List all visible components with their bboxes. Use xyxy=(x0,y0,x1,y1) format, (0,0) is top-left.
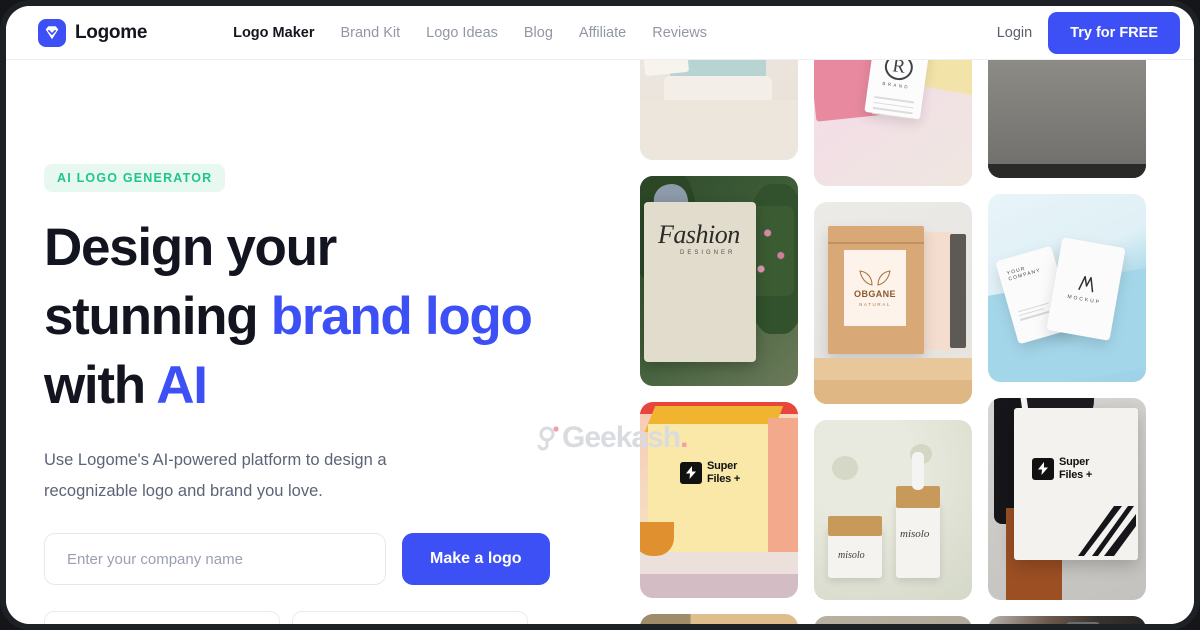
obgane-name: OBGANE xyxy=(854,288,896,299)
super-files-box-text: Super Files + xyxy=(707,460,741,485)
watermark-dot: . xyxy=(680,421,688,454)
brand-name: Logome xyxy=(75,21,148,43)
fashion-tote-sublabel: DESIGNER xyxy=(680,250,736,256)
award-card-product-hunt-day[interactable]: 5 PRODUCT HUNT #5 Product of the Day xyxy=(44,611,280,624)
leaf-icon xyxy=(859,269,891,286)
fashion-tote-tile[interactable]: Fashion DESIGNER xyxy=(640,176,798,386)
storefront-tile[interactable] xyxy=(988,616,1146,624)
top-navigation-bar: Logome Logo Maker Brand Kit Logo Ideas B… xyxy=(6,6,1194,60)
headline-highlight-ai: AI xyxy=(156,355,208,415)
misolo-label-1: misolo xyxy=(900,528,930,540)
nav-links: Logo Maker Brand Kit Logo Ideas Blog Aff… xyxy=(233,25,707,41)
page-title: Design your stunning brand logo with AI xyxy=(44,214,644,421)
lightning-bolt-icon xyxy=(1032,457,1054,480)
tote-stripes-decor xyxy=(1078,506,1136,556)
landing-page: Fashion DESIGNER Super Files + R BRAND O… xyxy=(6,6,1194,624)
brand-logo[interactable]: Logome xyxy=(38,18,148,47)
mosaic-column-2: R BRAND OBGANE NATURAL misolo misolo xyxy=(814,6,972,624)
eyebrow-badge: AI LOGO GENERATOR xyxy=(44,164,226,192)
nav-link-blog[interactable]: Blog xyxy=(524,25,553,41)
color-swatch-tile[interactable] xyxy=(640,614,798,624)
mosaic-column-3: CUSHMAN & WAKEFIELD YOUR COMPANY xyxy=(988,6,1146,624)
nav-link-logo-maker[interactable]: Logo Maker xyxy=(233,25,314,41)
mosaic-column-1: Fashion DESIGNER Super Files + xyxy=(640,6,798,624)
hero-section: AI LOGO GENERATOR Design your stunning b… xyxy=(44,60,644,624)
cap-mockup-tile[interactable]: C xyxy=(814,616,972,624)
headline-line-2-plain: stunning xyxy=(44,286,271,346)
r-brand-word: BRAND xyxy=(882,80,911,90)
login-link[interactable]: Login xyxy=(997,25,1032,41)
make-a-logo-button[interactable]: Make a logo xyxy=(402,533,550,586)
super-files-tote-logo: Super Files + xyxy=(1032,456,1092,481)
misolo-label-2: misolo xyxy=(838,550,865,561)
mockup-word: MOCKUP xyxy=(1066,293,1102,306)
super-files-tote-text: Super Files + xyxy=(1059,456,1093,481)
misolo-cosmetics-tile[interactable]: misolo misolo xyxy=(814,420,972,600)
obgane-packaging-tile[interactable]: OBGANE NATURAL xyxy=(814,202,972,404)
headline-line-3-plain: with xyxy=(44,355,157,415)
nav-link-brand-kit[interactable]: Brand Kit xyxy=(340,25,400,41)
nav-actions: Login Try for FREE xyxy=(997,11,1194,54)
nav-link-logo-ideas[interactable]: Logo Ideas xyxy=(426,25,498,41)
hero-image-mosaic: Fashion DESIGNER Super Files + R BRAND O… xyxy=(634,6,1194,624)
try-for-free-button[interactable]: Try for FREE xyxy=(1048,11,1180,54)
obgane-label-panel: OBGANE NATURAL xyxy=(844,250,906,326)
geekash-logo-icon xyxy=(537,426,559,451)
geekash-watermark: Geekash. xyxy=(536,421,688,455)
headline-highlight-brand-logo: brand logo xyxy=(270,286,533,346)
obgane-sub: NATURAL xyxy=(859,301,891,307)
headline-line-1: Design your xyxy=(44,218,337,277)
super-files-box-logo: Super Files + xyxy=(680,460,740,485)
nav-link-reviews[interactable]: Reviews xyxy=(652,25,707,41)
business-card-mockup-tile[interactable]: YOUR COMPANY MOCKUP xyxy=(988,194,1146,382)
nav-link-affiliate[interactable]: Affiliate xyxy=(579,25,626,41)
diamond-chevron-logo-icon xyxy=(38,18,66,47)
super-files-tote-tile[interactable]: Super Files + xyxy=(988,398,1146,600)
hero-subheading: Use Logome's AI-powered platform to desi… xyxy=(44,450,387,501)
lightning-bolt-icon xyxy=(680,461,702,484)
hero-signup-form: Make a logo xyxy=(44,533,644,586)
browser-frame: Fashion DESIGNER Super Files + R BRAND O… xyxy=(0,0,1200,630)
fashion-tote-label: Fashion xyxy=(658,220,740,249)
award-badges: 5 PRODUCT HUNT #5 Product of the Day P #… xyxy=(44,611,644,624)
mockup-monogram-icon xyxy=(1078,275,1094,293)
award-card-product-of-the-week[interactable]: P #3 PRODUCT OF THE WEEK Design Tools xyxy=(292,611,528,624)
company-name-input[interactable] xyxy=(44,533,386,586)
watermark-text: Geekash xyxy=(562,421,681,454)
